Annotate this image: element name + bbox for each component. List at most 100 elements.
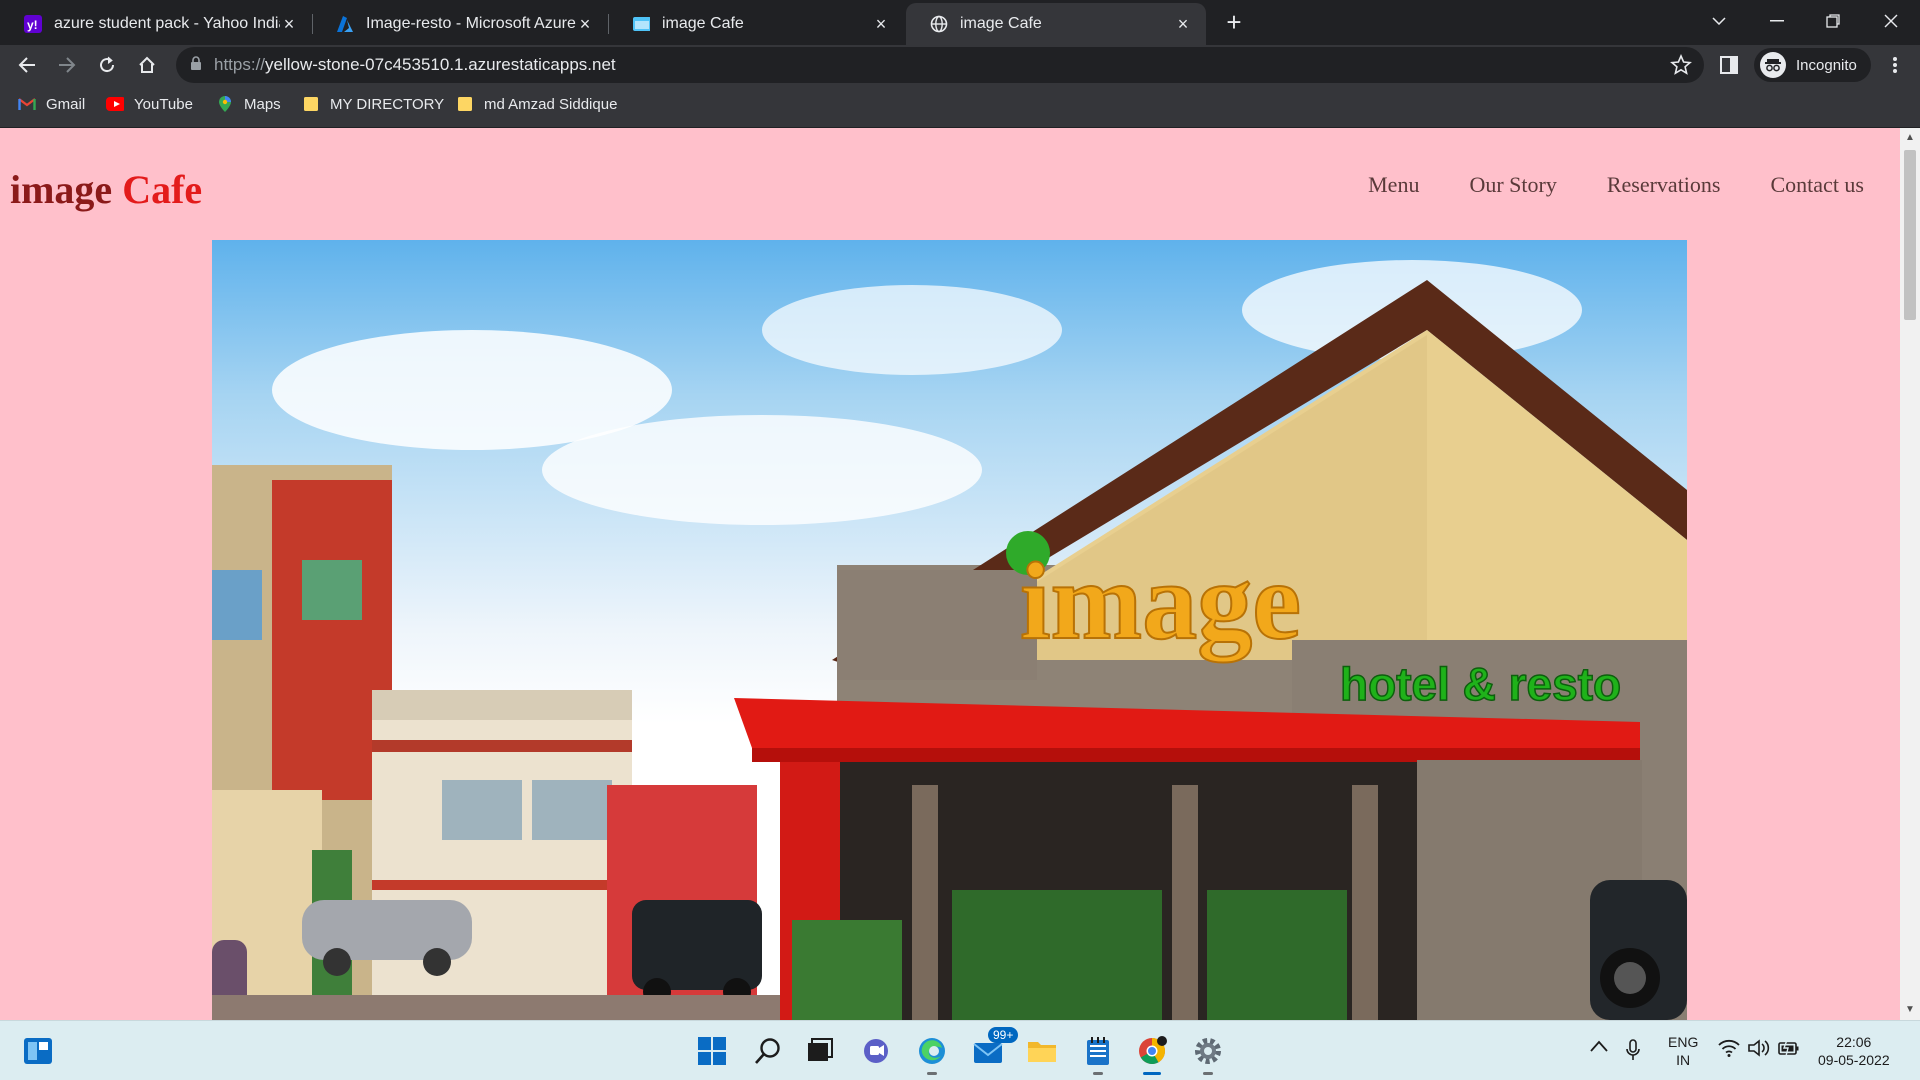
- system-clock[interactable]: 22:06 09-05-2022: [1818, 1033, 1890, 1069]
- tab-yahoo[interactable]: y! azure student pack - Yahoo India ×: [0, 3, 312, 45]
- scroll-down-icon[interactable]: ▼: [1904, 1004, 1916, 1016]
- nav-link-contact-us[interactable]: Contact us: [1771, 172, 1865, 198]
- profile-label: Incognito: [1796, 56, 1857, 74]
- bookmarks-bar: Gmail YouTube Maps MY DIRECTORY md Amzad…: [0, 85, 1920, 128]
- back-arrow-icon[interactable]: [12, 50, 42, 80]
- running-indicator: [1203, 1072, 1213, 1075]
- bookmark-label: MY DIRECTORY: [330, 95, 445, 113]
- incognito-profile-button[interactable]: Incognito: [1754, 48, 1871, 82]
- window-close-icon[interactable]: [1876, 6, 1906, 36]
- bookmark-md-amzad-siddique[interactable]: md Amzad Siddique: [456, 95, 617, 113]
- folder-page-icon: [632, 15, 650, 33]
- new-tab-button[interactable]: +: [1220, 8, 1248, 36]
- chevron-up-icon[interactable]: [1590, 1039, 1608, 1055]
- scroll-thumb[interactable]: [1904, 150, 1916, 320]
- logo-accent-word: Cafe: [122, 167, 203, 212]
- kebab-menu-icon[interactable]: [1880, 50, 1910, 80]
- chrome-icon[interactable]: [1134, 1033, 1170, 1075]
- restore-icon[interactable]: [1818, 6, 1848, 36]
- bookmark-my-directory[interactable]: MY DIRECTORY: [302, 95, 444, 113]
- battery-icon[interactable]: [1778, 1039, 1800, 1060]
- hero-restaurant-photo: image hotel & resto: [212, 260, 1687, 1020]
- close-icon[interactable]: ×: [280, 14, 298, 34]
- side-panel-icon[interactable]: [1714, 50, 1744, 80]
- widgets-icon[interactable]: [20, 1033, 56, 1069]
- minimize-icon[interactable]: [1762, 6, 1792, 36]
- tab-strip: y! azure student pack - Yahoo India × Im…: [0, 0, 1920, 45]
- reload-icon[interactable]: [92, 50, 122, 80]
- url-host: yellow-stone-07c453510.1.azurestaticapps…: [265, 55, 616, 74]
- tab-title: image Cafe: [662, 15, 744, 32]
- tab-title: Image-resto - Microsoft Azure: [366, 15, 576, 32]
- globe-icon: [930, 15, 948, 33]
- language-code: ENG: [1668, 1034, 1699, 1050]
- bookmark-label: YouTube: [134, 95, 193, 113]
- tab-title: azure student pack - Yahoo India: [54, 15, 280, 32]
- folder-icon: [456, 95, 474, 113]
- youtube-icon: [106, 95, 124, 113]
- yahoo-icon: y!: [24, 15, 42, 33]
- maps-icon: [216, 95, 234, 113]
- bookmark-label: Gmail: [46, 95, 86, 113]
- lock-icon[interactable]: [190, 55, 202, 75]
- hero-image: image hotel & resto: [212, 240, 1687, 1020]
- tab-image-cafe[interactable]: image Cafe ×: [608, 3, 904, 45]
- gmail-icon: [18, 95, 36, 113]
- windows-start-icon[interactable]: [694, 1033, 730, 1069]
- tab-azure[interactable]: Image-resto - Microsoft Azure ×: [312, 3, 608, 45]
- hero-sign-sub: hotel & resto: [1340, 658, 1621, 710]
- bookmark-maps[interactable]: Maps: [216, 95, 281, 113]
- nav-link-our-story[interactable]: Our Story: [1469, 172, 1556, 198]
- hero-sign-main: image: [1020, 540, 1301, 662]
- tab-search-chevron-down-icon[interactable]: [1704, 6, 1734, 36]
- page-viewport: image Cafe Menu Our Story Reservations C…: [0, 128, 1920, 1020]
- clock-date: 09-05-2022: [1818, 1052, 1890, 1068]
- search-icon[interactable]: [750, 1033, 786, 1069]
- svg-text:y!: y!: [27, 18, 38, 32]
- tab-title: image Cafe: [960, 15, 1042, 32]
- incognito-icon: [1760, 52, 1786, 78]
- volume-icon[interactable]: [1748, 1039, 1770, 1060]
- logo-word: image: [10, 167, 113, 212]
- site-logo[interactable]: image Cafe: [10, 166, 202, 213]
- bookmark-label: md Amzad Siddique: [484, 95, 618, 113]
- nav-link-menu[interactable]: Menu: [1368, 172, 1419, 198]
- forward-arrow-icon[interactable]: [52, 50, 82, 80]
- close-icon[interactable]: ×: [1174, 14, 1192, 34]
- file-explorer-icon[interactable]: [1024, 1033, 1060, 1069]
- wifi-icon[interactable]: [1718, 1039, 1740, 1060]
- bookmark-youtube[interactable]: YouTube: [106, 95, 193, 113]
- bookmark-label: Maps: [244, 95, 281, 113]
- site-nav: Menu Our Story Reservations Contact us: [1318, 172, 1864, 198]
- azure-icon: [336, 15, 354, 33]
- url-scheme: https://: [214, 55, 266, 74]
- windows-taskbar: 99+ ENG IN 22:06 09-05-2022: [0, 1020, 1920, 1080]
- browser-toolbar: https://yellow-stone-07c453510.1.azurest…: [0, 45, 1920, 85]
- scroll-up-icon[interactable]: ▲: [1904, 132, 1916, 144]
- bookmark-gmail[interactable]: Gmail: [18, 95, 85, 113]
- notepad-icon[interactable]: [1080, 1033, 1116, 1075]
- bookmark-star-icon[interactable]: [1670, 53, 1692, 81]
- clock-time: 22:06: [1836, 1034, 1872, 1050]
- edge-browser-icon[interactable]: [914, 1033, 950, 1075]
- running-indicator: [927, 1072, 937, 1075]
- close-icon[interactable]: ×: [576, 14, 594, 34]
- home-icon[interactable]: [132, 50, 162, 80]
- active-indicator: [1143, 1072, 1161, 1075]
- mail-icon[interactable]: 99+: [970, 1027, 1019, 1069]
- task-view-icon[interactable]: [802, 1033, 838, 1069]
- page-scrollbar[interactable]: ▲ ▼: [1900, 128, 1920, 1020]
- folder-icon: [302, 95, 320, 113]
- region-code: IN: [1676, 1052, 1691, 1068]
- mail-badge: 99+: [988, 1027, 1019, 1043]
- input-language-indicator[interactable]: ENG IN: [1668, 1033, 1698, 1069]
- url-text[interactable]: https://yellow-stone-07c453510.1.azurest…: [214, 55, 616, 75]
- settings-gear-icon[interactable]: [1190, 1033, 1226, 1075]
- microphone-icon[interactable]: [1626, 1039, 1640, 1064]
- running-indicator: [1093, 1072, 1103, 1075]
- close-icon[interactable]: ×: [872, 14, 890, 34]
- nav-link-reservations[interactable]: Reservations: [1607, 172, 1721, 198]
- tab-image-cafe-active[interactable]: image Cafe ×: [906, 3, 1206, 45]
- teams-chat-icon[interactable]: [858, 1033, 894, 1069]
- address-bar[interactable]: https://yellow-stone-07c453510.1.azurest…: [176, 47, 1704, 83]
